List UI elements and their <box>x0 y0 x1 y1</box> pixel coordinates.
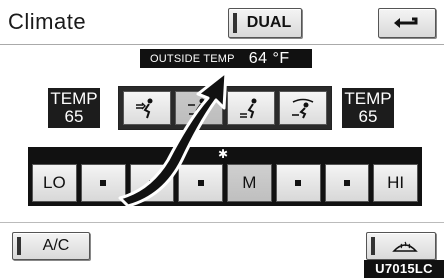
mode-feet-button[interactable] <box>227 91 275 125</box>
face-feet-airflow-icon <box>188 98 205 119</box>
fan-speed-7-button[interactable] <box>324 164 370 202</box>
dual-label: DUAL <box>246 14 292 31</box>
fan-speed-dot <box>295 180 302 186</box>
face-airflow-icon <box>136 98 153 119</box>
feet-defrost-airflow-icon <box>292 98 314 119</box>
fan-speed-dot <box>100 180 107 186</box>
mode-feet-defrost-button[interactable] <box>279 91 327 125</box>
feet-airflow-icon <box>240 98 257 119</box>
dual-button[interactable]: DUAL <box>228 8 302 38</box>
mode-face-button[interactable] <box>123 91 171 125</box>
fan-icon: ✱ <box>217 147 229 161</box>
ac-button[interactable]: A/C <box>12 232 90 260</box>
fan-speed-6-button[interactable] <box>275 164 321 202</box>
windshield-defrost-icon <box>392 241 418 252</box>
fan-speed-lo-button[interactable]: LO <box>32 164 77 202</box>
fan-speed-dot <box>343 180 350 186</box>
temp-right-display: TEMP 65 <box>342 88 394 128</box>
climate-screen: Climate DUAL OUTSIDE TEMP 64 °F TEMP 65 <box>0 0 444 278</box>
fan-speed-dot <box>197 180 204 186</box>
page-title: Climate <box>8 9 87 34</box>
airflow-mode-selector <box>118 86 332 130</box>
header-divider <box>0 44 444 45</box>
fan-speed-dot <box>148 180 155 186</box>
back-button[interactable] <box>378 8 436 38</box>
ac-label: A/C <box>42 237 70 254</box>
footer-divider <box>0 222 444 223</box>
windshield-defrost-button[interactable] <box>366 232 436 260</box>
fan-speed-selector: LO M HI <box>28 160 422 206</box>
fan-speed-m-button[interactable]: M <box>227 164 272 202</box>
mode-face-feet-button[interactable] <box>175 91 223 125</box>
defrost-indicator <box>371 237 375 255</box>
temp-left-label: TEMP <box>50 89 98 108</box>
figure-code: U7015LC <box>364 260 444 278</box>
fan-speed-label: HI <box>387 173 405 192</box>
temp-right-value: 65 <box>358 107 378 126</box>
ac-indicator <box>17 237 21 255</box>
fan-speed-hi-button[interactable]: HI <box>373 164 418 202</box>
outside-temp-label: OUTSIDE TEMP <box>150 52 235 65</box>
outside-temp-display: OUTSIDE TEMP 64 °F <box>140 49 312 68</box>
fan-speed-3-button[interactable] <box>129 164 175 202</box>
dual-indicator <box>233 13 237 33</box>
fan-speed-4-button[interactable] <box>178 164 223 202</box>
temp-right-label: TEMP <box>344 89 392 108</box>
temp-left-display: TEMP 65 <box>48 88 100 128</box>
fan-speed-label: LO <box>43 173 66 192</box>
temp-left-value: 65 <box>64 107 84 126</box>
fan-speed-2-button[interactable] <box>80 164 126 202</box>
fan-speed-label: M <box>242 173 257 192</box>
return-arrow-icon <box>394 17 418 28</box>
outside-temp-value: 64 °F <box>248 49 290 67</box>
